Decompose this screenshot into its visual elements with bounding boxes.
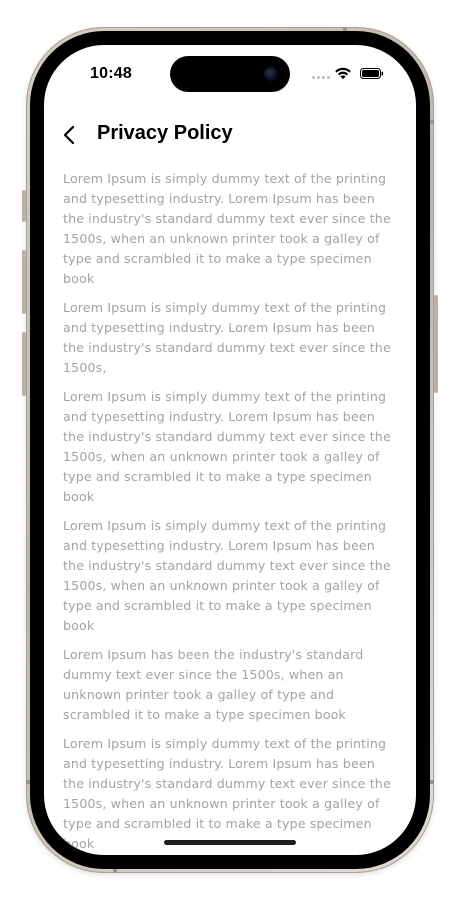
policy-paragraph: Lorem Ipsum is simply dummy text of the … — [63, 518, 391, 633]
antenna-line — [430, 120, 434, 124]
volume-up-button[interactable] — [22, 250, 26, 314]
device-canvas: 10:48 Privacy Policy Lorem Ipsum is simp… — [0, 0, 460, 900]
status-time: 10:48 — [90, 65, 132, 82]
page-title: Privacy Policy — [97, 122, 233, 144]
screen: 10:48 Privacy Policy Lorem Ipsum is simp… — [44, 45, 416, 855]
cellular-signal-icon — [312, 76, 330, 79]
wifi-icon — [335, 67, 351, 80]
policy-paragraph: Lorem Ipsum is simply dummy text of the … — [63, 389, 391, 504]
action-button[interactable] — [22, 190, 26, 222]
policy-content[interactable]: Lorem Ipsum is simply dummy text of the … — [63, 169, 393, 855]
policy-paragraph: Lorem Ipsum is simply dummy text of the … — [63, 300, 391, 375]
policy-paragraph: Lorem Ipsum is simply dummy text of the … — [63, 736, 391, 851]
dynamic-island — [170, 56, 290, 92]
home-indicator[interactable] — [164, 840, 296, 845]
policy-paragraph: Lorem Ipsum has been the industry's stan… — [63, 647, 364, 722]
policy-paragraph: Lorem Ipsum is simply dummy text of the … — [63, 171, 391, 286]
battery-icon — [360, 68, 384, 79]
antenna-line — [113, 869, 117, 873]
power-button[interactable] — [434, 295, 438, 393]
camera-icon — [264, 67, 278, 81]
navigation-header: Privacy Policy — [44, 115, 416, 155]
chevron-left-icon[interactable] — [62, 125, 78, 145]
volume-down-button[interactable] — [22, 332, 26, 396]
antenna-line — [430, 780, 434, 784]
